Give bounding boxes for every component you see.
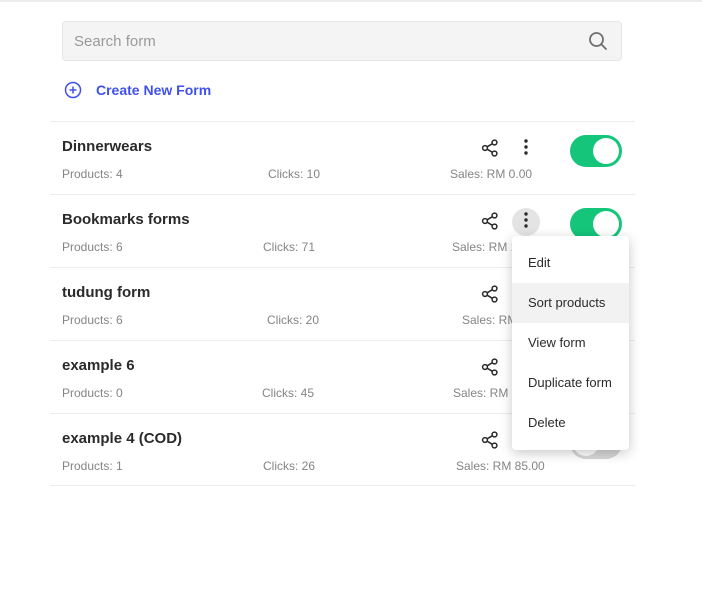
share-icon[interactable]	[480, 284, 500, 304]
form-enabled-toggle[interactable]	[570, 135, 622, 167]
products-count: Products: 6	[62, 240, 123, 254]
menu-item-sort-products[interactable]: Sort products	[512, 283, 629, 323]
more-options-button[interactable]	[512, 135, 540, 163]
products-count: Products: 1	[62, 459, 123, 473]
form-row[interactable]: Dinnerwears Products: 4 Clicks: 10 Sales: R…	[50, 121, 635, 194]
products-count: Products: 0	[62, 386, 123, 400]
form-name[interactable]: example 4 (COD)	[62, 430, 182, 447]
sales-amount: Sales: RM 1	[453, 386, 519, 400]
search-input[interactable]	[63, 22, 563, 60]
menu-item-view-form[interactable]: View form	[512, 323, 629, 363]
kebab-menu-icon	[524, 138, 528, 160]
top-divider	[0, 0, 702, 2]
share-icon[interactable]	[480, 357, 500, 377]
toggle-knob	[593, 138, 619, 164]
menu-item-duplicate-form[interactable]: Duplicate form	[512, 363, 629, 403]
form-name[interactable]: Bookmarks forms	[62, 211, 190, 228]
search-icon[interactable]	[588, 31, 608, 51]
sales-amount: Sales: RM 85.00	[456, 459, 545, 473]
form-name[interactable]: Dinnerwears	[62, 138, 152, 155]
form-name[interactable]: tudung form	[62, 284, 150, 301]
clicks-count: Clicks: 10	[268, 167, 321, 181]
form-name[interactable]: example 6	[62, 357, 135, 374]
sales-amount: Sales: RM 0.00	[450, 167, 533, 181]
plus-circle-icon	[64, 81, 82, 99]
share-icon[interactable]	[480, 430, 500, 450]
share-icon[interactable]	[480, 138, 500, 158]
clicks-count: Clicks: 20	[267, 313, 320, 327]
create-new-form-label: Create New Form	[96, 82, 212, 98]
sales-amount: Sales: RM	[462, 313, 518, 327]
share-icon[interactable]	[480, 211, 500, 231]
clicks-count: Clicks: 71	[263, 240, 316, 254]
more-options-button[interactable]	[512, 208, 540, 236]
create-new-form-button[interactable]: Create New Form	[64, 79, 211, 101]
search-bar	[62, 21, 622, 61]
products-count: Products: 6	[62, 313, 123, 327]
sales-amount: Sales: RM 1	[452, 240, 518, 254]
clicks-count: Clicks: 45	[262, 386, 315, 400]
products-count: Products: 4	[62, 167, 123, 181]
menu-item-edit[interactable]: Edit	[512, 243, 629, 283]
form-context-menu: Edit Sort products View form Duplicate form…	[512, 236, 629, 450]
clicks-count: Clicks: 26	[263, 459, 316, 473]
toggle-knob	[593, 211, 619, 237]
kebab-menu-icon	[524, 211, 528, 233]
menu-item-delete[interactable]: Delete	[512, 403, 629, 443]
